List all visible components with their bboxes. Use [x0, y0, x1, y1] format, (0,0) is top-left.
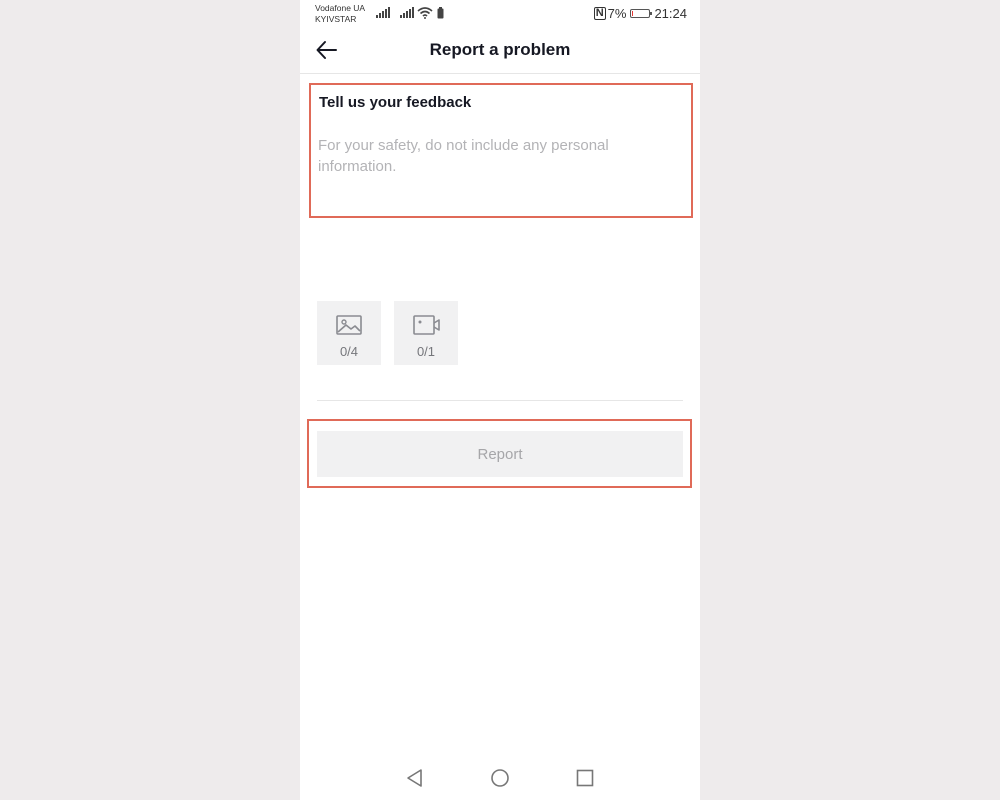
battery-percent: 7% — [607, 6, 627, 21]
carrier-names: Vodafone UA KYIVSTAR — [315, 3, 365, 25]
phone-screen: Vodafone UA KYIVSTAR N 7% 21:24 Report a… — [300, 0, 700, 800]
video-icon — [413, 315, 440, 335]
signal-icon — [376, 7, 390, 18]
add-image-button[interactable]: 0/4 — [317, 301, 381, 365]
carrier-2: KYIVSTAR — [315, 14, 357, 24]
nav-back-icon[interactable] — [403, 766, 427, 790]
status-bar: Vodafone UA KYIVSTAR N 7% 21:24 — [300, 0, 700, 28]
report-button[interactable]: Report — [317, 431, 683, 477]
page-title: Report a problem — [429, 40, 571, 59]
image-icon — [336, 315, 362, 335]
battery-level — [632, 11, 634, 16]
nav-recents-icon[interactable] — [573, 766, 597, 790]
divider — [317, 400, 683, 401]
signal-icon — [400, 7, 414, 18]
carrier-1: Vodafone UA — [315, 3, 366, 13]
wifi-icon — [417, 7, 433, 19]
feedback-label: Tell us your feedback — [319, 94, 472, 111]
navigation-bar — [300, 760, 700, 796]
video-count: 0/1 — [416, 344, 436, 359]
image-count: 0/4 — [339, 344, 359, 359]
add-video-button[interactable]: 0/1 — [394, 301, 458, 365]
battery-icon — [630, 9, 653, 18]
nfc-icon: N — [593, 7, 606, 20]
feedback-input[interactable] — [318, 135, 658, 195]
clock: 21:24 — [654, 6, 687, 21]
feedback-section: Tell us your feedback — [309, 83, 693, 218]
nav-home-icon[interactable] — [488, 766, 512, 790]
status-right: N 7% 21:24 — [593, 6, 687, 21]
header: Report a problem — [300, 28, 700, 74]
battery-saver-icon — [437, 7, 444, 19]
